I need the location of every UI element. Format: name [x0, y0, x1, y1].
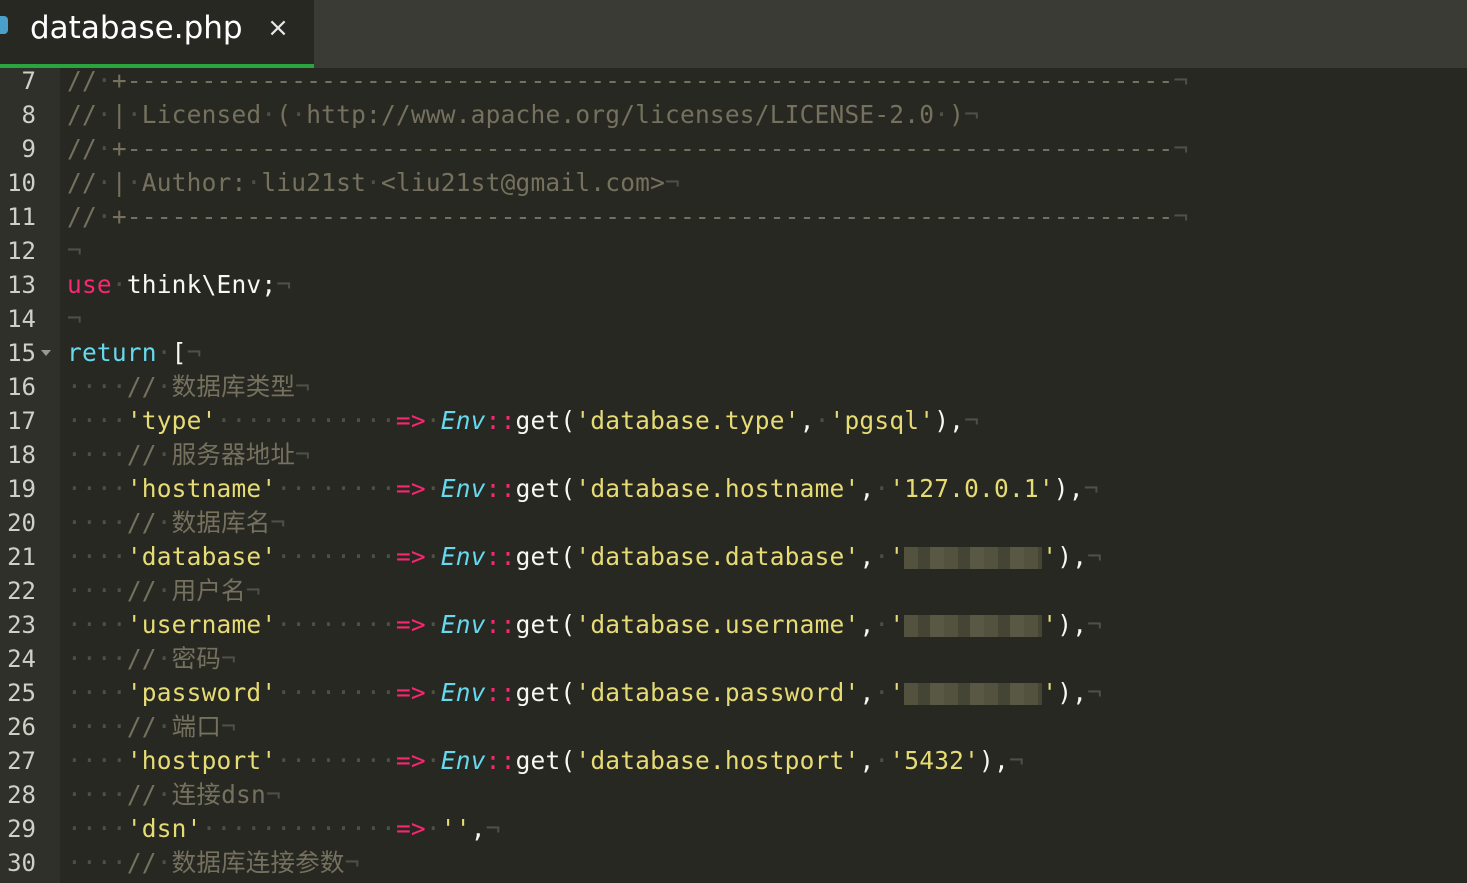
code-line: 10 //·|·Author:·liu21st·<liu21st@gmail.c… — [0, 166, 1467, 200]
code-line: 8 //·|·Licensed·(·http://www.apache.org/… — [0, 98, 1467, 132]
code-line: 11 //·+---------------------------------… — [0, 200, 1467, 234]
line-number: 27 — [7, 747, 36, 775]
line-number: 12 — [7, 237, 36, 265]
redacted-value — [904, 547, 1043, 569]
code-line: 15 return·[¬ — [0, 336, 1467, 370]
code-line: 19 ····'hostname'········=>·Env::get('da… — [0, 472, 1467, 506]
code-line: 24 ····//·密码¬ — [0, 642, 1467, 676]
tab-bar: database.php × — [0, 0, 1467, 68]
tab-database-php[interactable]: database.php × — [0, 0, 314, 68]
line-number: 7 — [21, 67, 36, 95]
close-icon[interactable]: × — [262, 12, 294, 44]
line-number: 21 — [7, 543, 36, 571]
code-line: 18 ····//·服务器地址¬ — [0, 438, 1467, 472]
code-line: 13 use·think\Env;¬ — [0, 268, 1467, 302]
code-line: 30 ····//·数据库连接参数¬ — [0, 846, 1467, 880]
code-line: 23 ····'username'········=>·Env::get('da… — [0, 608, 1467, 642]
line-number: 15 — [7, 339, 36, 367]
code-line: 28 ····//·连接dsn¬ — [0, 778, 1467, 812]
code-line: 25 ····'password'········=>·Env::get('da… — [0, 676, 1467, 710]
code-line: 29 ····'dsn'·············=>·'',¬ — [0, 812, 1467, 846]
code-line: 22 ····//·用户名¬ — [0, 574, 1467, 608]
line-number: 22 — [7, 577, 36, 605]
code-line: 16 ····//·数据库类型¬ — [0, 370, 1467, 404]
line-number: 23 — [7, 611, 36, 639]
redacted-value — [904, 683, 1043, 705]
line-number: 28 — [7, 781, 36, 809]
code-line: 21 ····'database'········=>·Env::get('da… — [0, 540, 1467, 574]
line-number: 14 — [7, 305, 36, 333]
code-line: 7 //·+----------------------------------… — [0, 64, 1467, 98]
line-number: 29 — [7, 815, 36, 843]
line-number: 9 — [21, 135, 36, 163]
code-line: 27 ····'hostport'········=>·Env::get('da… — [0, 744, 1467, 778]
line-number: 26 — [7, 713, 36, 741]
line-number: 17 — [7, 407, 36, 435]
line-number: 13 — [7, 271, 36, 299]
line-number: 18 — [7, 441, 36, 469]
line-number: 20 — [7, 509, 36, 537]
line-number: 24 — [7, 645, 36, 673]
line-number: 16 — [7, 373, 36, 401]
file-type-icon — [0, 16, 8, 34]
line-number: 11 — [7, 203, 36, 231]
code-line: 17 ····'type'············=>·Env::get('da… — [0, 404, 1467, 438]
code-line: 26 ····//·端口¬ — [0, 710, 1467, 744]
line-number: 25 — [7, 679, 36, 707]
line-number: 19 — [7, 475, 36, 503]
code-line: 14 ¬ — [0, 302, 1467, 336]
code-line: 9 //·+----------------------------------… — [0, 132, 1467, 166]
fold-arrow-icon[interactable] — [41, 350, 51, 356]
code-line: 20 ····//·数据库名¬ — [0, 506, 1467, 540]
tab-title: database.php — [30, 10, 243, 46]
redacted-value — [904, 615, 1043, 637]
line-number: 30 — [7, 849, 36, 877]
code-line: 12 ¬ — [0, 234, 1467, 268]
line-number: 8 — [21, 101, 36, 129]
code-editor[interactable]: 7 //·+----------------------------------… — [0, 64, 1467, 883]
line-number: 10 — [7, 169, 36, 197]
